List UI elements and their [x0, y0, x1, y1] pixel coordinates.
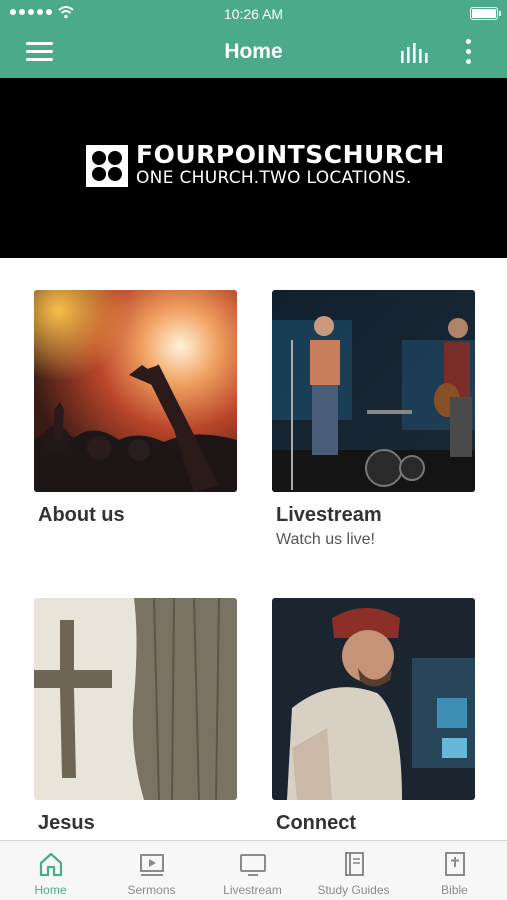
tab-label: Study Guides	[317, 883, 390, 897]
page-title: Home	[224, 40, 283, 63]
app-header: Home	[0, 28, 507, 78]
status-time: 10:26 AM	[223, 6, 284, 22]
bible-icon	[444, 852, 465, 876]
book-icon	[344, 852, 364, 876]
tile-title: Jesus	[38, 812, 95, 834]
tile-title: About us	[38, 504, 125, 526]
home-icon	[39, 852, 62, 877]
status-bar: 10:26 AM	[0, 0, 507, 28]
more-vertical-icon[interactable]	[458, 39, 478, 67]
church-logo-icon	[86, 145, 128, 187]
about-us-image	[34, 290, 237, 492]
tile-subtitle: Watch us live!	[276, 531, 375, 548]
tile-livestream[interactable]: Livestream Watch us live!	[272, 290, 475, 549]
tab-home[interactable]: Home	[0, 841, 101, 900]
tile-connect[interactable]: Connect	[272, 598, 475, 835]
tab-study-guides[interactable]: Study Guides	[303, 841, 404, 900]
brand-name: FOURPOINTSCHURCH	[136, 140, 445, 169]
bottom-tab-bar: Home Sermons Livestream Study Guides Bib…	[0, 840, 507, 900]
tile-about-us[interactable]: About us	[34, 290, 237, 527]
livestream-image	[272, 290, 475, 492]
church-brand: FOURPOINTSCHURCH ONE CHURCH.TWO LOCATION…	[136, 140, 445, 189]
tab-sermons[interactable]: Sermons	[101, 841, 202, 900]
tab-label: Livestream	[223, 883, 282, 897]
tab-label: Sermons	[127, 883, 176, 897]
tab-label: Bible	[441, 883, 468, 897]
tile-title: Livestream	[276, 504, 382, 526]
church-banner: FOURPOINTSCHURCH ONE CHURCH.TWO LOCATION…	[0, 78, 507, 258]
video-play-icon	[139, 854, 164, 876]
connect-image	[272, 598, 475, 800]
tab-livestream[interactable]: Livestream	[202, 841, 303, 900]
tab-label: Home	[34, 883, 67, 897]
battery-icon	[470, 7, 501, 20]
brand-tagline: ONE CHURCH.TWO LOCATIONS.	[136, 168, 412, 188]
tab-bible[interactable]: Bible	[404, 841, 505, 900]
tile-title: Connect	[276, 812, 356, 834]
tv-icon	[239, 854, 266, 876]
audio-bars-icon[interactable]	[400, 42, 430, 64]
tile-jesus[interactable]: Jesus	[34, 598, 237, 835]
jesus-image	[34, 598, 237, 800]
